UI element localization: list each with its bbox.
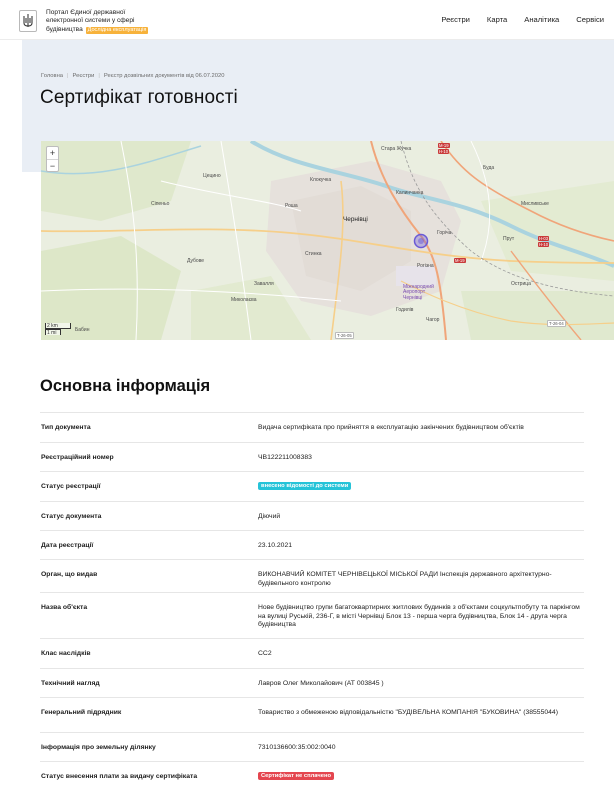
info-key: Генеральний підрядник [41, 709, 122, 716]
map-label: Сіпеньо [151, 201, 170, 207]
info-value: Видача сертифіката про прийняття в експл… [258, 424, 524, 431]
portal-brand[interactable]: Портал Єдиної державної електронної сист… [46, 9, 186, 34]
info-value: Товариство з обмеженою відповідальністю … [258, 709, 558, 716]
info-value-cell: Сертифікат не сплачено [258, 772, 582, 781]
road-badge: Т-26-05 [335, 332, 354, 339]
info-row-payment-status: Статус внесення плати за видачу сертифік… [40, 761, 584, 787]
airport-label: Міжнародний Аеропорт Чернівці [403, 284, 434, 301]
info-row-general-contractor: Генеральний підрядник Товариство з обмеж… [40, 697, 584, 732]
scale-mi: 1 mi [45, 329, 61, 336]
nav-map[interactable]: Карта [487, 15, 507, 24]
coat-of-arms-logo[interactable] [19, 10, 37, 32]
info-key: Інформація про земельну ділянку [41, 744, 156, 751]
info-value: ЧВ122211008383 [258, 454, 312, 461]
info-key: Статус документа [41, 513, 102, 520]
site-header: Портал Єдиної державної електронної сист… [0, 0, 614, 40]
map-label: Годилів [396, 307, 414, 313]
breadcrumb-current[interactable]: Реєстр дозвільних документів від 06.07.2… [104, 73, 225, 79]
map-label: Бабин [75, 327, 90, 333]
info-value: ВИКОНАВЧИЙ КОМІТЕТ ЧЕРНІВЕЦЬКОЇ МІСЬКОЇ … [258, 571, 552, 587]
map-label: Прут [503, 236, 515, 242]
info-key: Тип документа [41, 424, 91, 431]
breadcrumb-home[interactable]: Головна [41, 73, 63, 79]
info-row-reg-status: Статус реєстрації внесено відомості до с… [40, 471, 584, 501]
info-key: Назва об'єкта [41, 604, 88, 611]
info-row-reg-date: Дата реєстрації 23.10.2021 [40, 530, 584, 559]
info-row-land-plot: Інформація про земельну ділянку 73101366… [40, 732, 584, 761]
info-key: Статус внесення плати за видачу сертифік… [41, 773, 198, 780]
info-row-tech-supervision: Технічний нагляд Лавров Олег Миколайович… [40, 668, 584, 697]
info-row-doc-status: Статус документа Діючий [40, 501, 584, 530]
road-badge: Н-03 [538, 236, 550, 241]
nav-services[interactable]: Сервіси [576, 15, 604, 24]
map-label: Мисливське [521, 201, 549, 207]
map-label: Буда [483, 165, 495, 171]
nav-registries[interactable]: Реєстри [441, 15, 470, 24]
brand-line-3: будівництва [46, 25, 83, 33]
map-label: Клокучка [310, 177, 332, 183]
map-label: Стара Жучка [381, 146, 412, 152]
zoom-out-button[interactable]: − [47, 159, 58, 171]
breadcrumb: Головна | Реєстри | Реєстр дозвільних до… [41, 73, 224, 79]
map-label: Острица [511, 281, 531, 287]
road-badge: Н-10 [538, 242, 550, 247]
info-value: СС2 [258, 650, 272, 657]
map-label: Стинка [305, 251, 322, 257]
map-label: Рогізна [417, 263, 434, 269]
breadcrumb-separator: | [98, 73, 100, 79]
map-label: Завалля [254, 281, 274, 287]
brand-line-2: електронної системи у сфері [46, 17, 135, 25]
map-label: Цецино [203, 173, 221, 179]
info-value: 23.10.2021 [258, 542, 293, 549]
info-row-reg-number: Реєстраційний номер ЧВ122211008383 [40, 442, 584, 471]
main-nav: Реєстри Карта Аналітика Сервіси [441, 15, 604, 24]
map-label: Дубове [187, 258, 205, 264]
map-label: Рошa [285, 203, 298, 209]
breadcrumb-separator: | [67, 73, 69, 79]
info-key: Клас наслідків [41, 650, 91, 657]
status-badge: внесено відомості до системи [258, 482, 352, 490]
info-row-object-name: Назва об'єкта Нове будівництво групи баг… [40, 592, 584, 638]
section-title: Основна інформація [40, 377, 211, 395]
page-title: Сертифікат готовності [40, 87, 238, 108]
info-key: Технічний нагляд [41, 680, 100, 687]
hero-left-gap [0, 40, 22, 172]
map-scale: 2 km 1 mi [45, 323, 71, 336]
nav-analytics[interactable]: Аналітика [524, 15, 559, 24]
payment-status-badge: Сертифікат не сплачено [258, 772, 334, 780]
info-value: Нове будівництво групи багатоквартирних … [258, 604, 580, 628]
info-row-doc-type: Тип документа Видача сертифіката про при… [40, 412, 584, 442]
road-badge: Т-26-04 [547, 320, 566, 327]
map-label: Миколаєва [231, 297, 257, 303]
info-key: Реєстраційний номер [41, 454, 114, 461]
map-label: Чагор [426, 317, 440, 323]
info-value: 7310136600:35:002:0040 [258, 744, 336, 751]
location-map[interactable]: + − Стара Жучка Клокучка Калинчанка Черн… [41, 141, 614, 340]
road-badge: М-19 [438, 143, 450, 148]
info-table: Тип документа Видача сертифіката про при… [40, 412, 584, 787]
info-value: Діючий [258, 513, 281, 520]
info-key: Орган, що видав [41, 571, 98, 578]
zoom-control: + − [46, 146, 59, 172]
info-row-consequence-class: Клас наслідків СС2 [40, 638, 584, 668]
map-label: Калинчанка [396, 190, 424, 196]
info-value-cell: внесено відомості до системи [258, 482, 582, 491]
zoom-in-button[interactable]: + [47, 147, 58, 159]
info-value: Лавров Олег Миколайович (АТ 003845 ) [258, 680, 384, 687]
road-badge: М-19 [454, 258, 466, 263]
trial-badge: Дослідна експлуатація [85, 26, 149, 34]
map-tiles [41, 141, 614, 340]
info-row-issuer: Орган, що видав ВИКОНАВЧИЙ КОМІТЕТ ЧЕРНІ… [40, 559, 584, 592]
breadcrumb-registries[interactable]: Реєстри [73, 73, 95, 79]
road-badge: Н-10 [438, 149, 450, 154]
info-key: Дата реєстрації [41, 542, 94, 549]
map-label: Горіча [437, 230, 452, 236]
map-label: Чернівці [343, 216, 368, 223]
info-key: Статус реєстрації [41, 483, 101, 490]
